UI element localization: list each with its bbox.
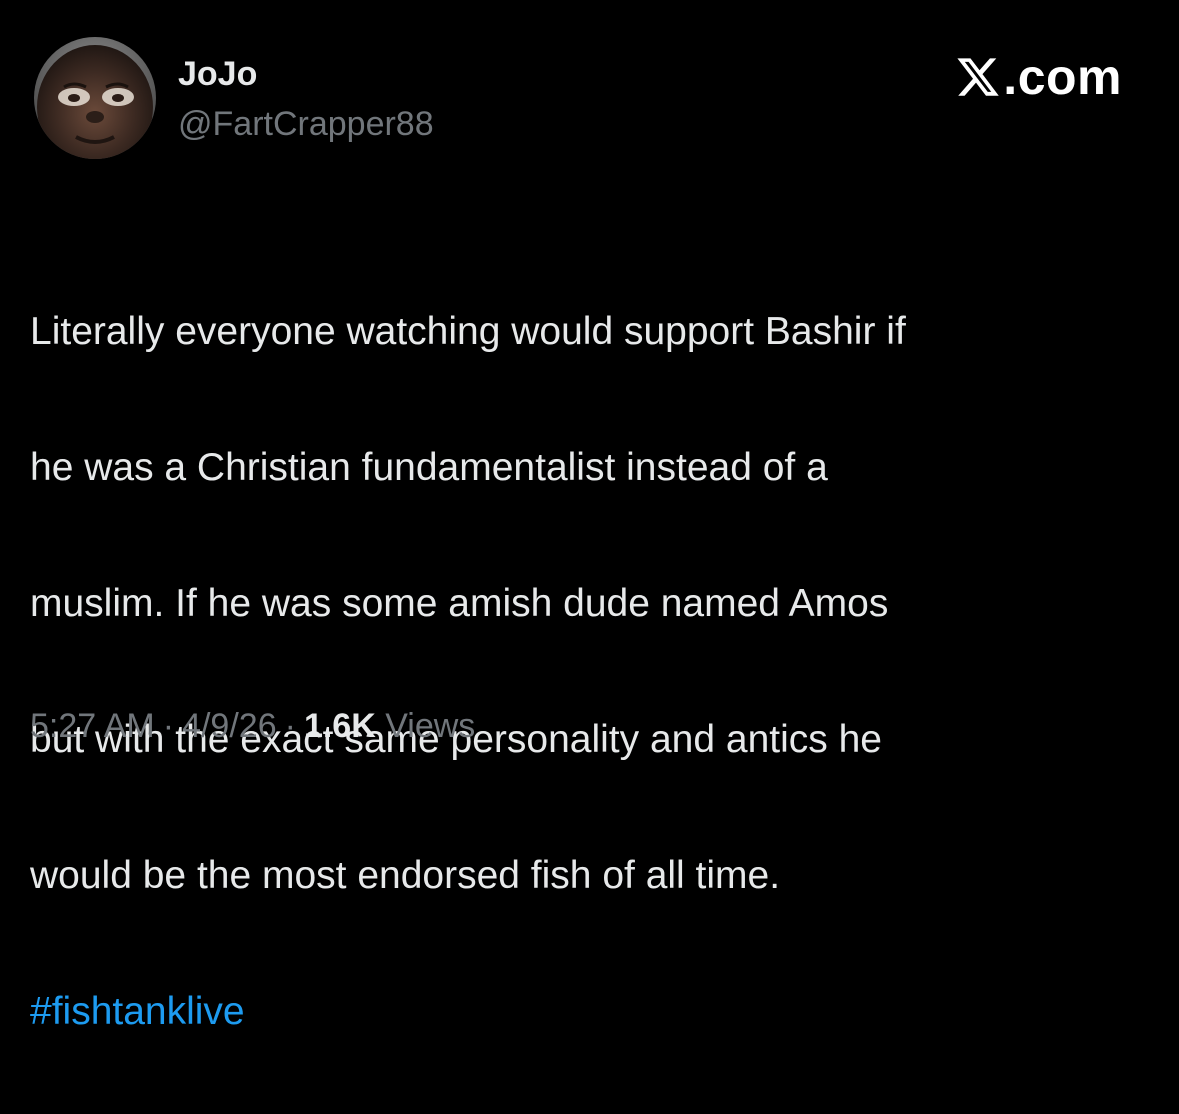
author-name[interactable]: JoJo (178, 54, 257, 94)
tweet-body: Literally everyone watching would suppor… (30, 230, 1140, 1114)
meta-separator: · (162, 707, 175, 745)
views-count: 1.6K (303, 707, 376, 745)
avatar-photo (34, 37, 156, 159)
hashtag-link[interactable]: #fishtanklive (30, 978, 1140, 1046)
x-logo-icon (957, 58, 1000, 96)
brand-text: .com (1003, 49, 1122, 105)
views-label: Views (385, 707, 476, 745)
tweet-time[interactable]: 5:27 AM (30, 707, 155, 745)
author-handle[interactable]: @FartCrapper88 (178, 104, 434, 144)
tweet-line: Literally everyone watching would suppor… (30, 310, 906, 353)
author-avatar[interactable] (34, 37, 156, 159)
meta-separator: · (284, 707, 296, 745)
brand-link[interactable]: .com (955, 52, 1122, 102)
tweet-meta: 5:27 AM · 4/9/26 · 1.6K Views (30, 704, 475, 748)
tweet-line: would be the most endorsed fish of all t… (30, 854, 781, 897)
tweet-line: muslim. If he was some amish dude named … (30, 582, 889, 625)
tweet-line: he was a Christian fundamentalist instea… (30, 446, 828, 489)
tweet-date[interactable]: 4/9/26 (182, 707, 277, 745)
